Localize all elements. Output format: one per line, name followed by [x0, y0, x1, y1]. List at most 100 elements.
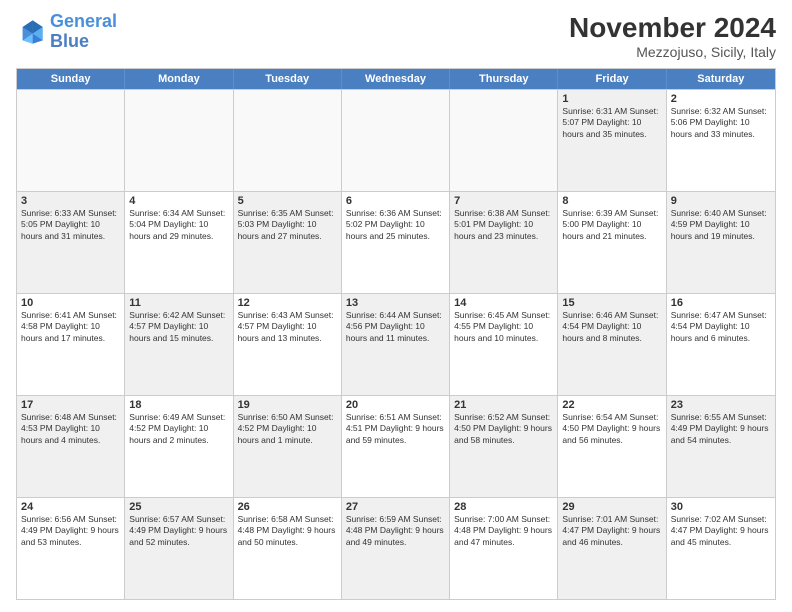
calendar-cell-29: 29Sunrise: 7:01 AM Sunset: 4:47 PM Dayli… [558, 498, 666, 599]
calendar-body: 1Sunrise: 6:31 AM Sunset: 5:07 PM Daylig… [17, 89, 775, 599]
day-info: Sunrise: 6:41 AM Sunset: 4:58 PM Dayligh… [21, 310, 120, 344]
day-info: Sunrise: 6:44 AM Sunset: 4:56 PM Dayligh… [346, 310, 445, 344]
calendar-cell-26: 26Sunrise: 6:58 AM Sunset: 4:48 PM Dayli… [234, 498, 342, 599]
calendar-cell-13: 13Sunrise: 6:44 AM Sunset: 4:56 PM Dayli… [342, 294, 450, 395]
month-title: November 2024 [569, 12, 776, 44]
calendar-cell-4: 4Sunrise: 6:34 AM Sunset: 5:04 PM Daylig… [125, 192, 233, 293]
day-number: 28 [454, 501, 553, 513]
calendar-cell-empty-2 [234, 90, 342, 191]
day-number: 11 [129, 297, 228, 309]
calendar-cell-9: 9Sunrise: 6:40 AM Sunset: 4:59 PM Daylig… [667, 192, 775, 293]
calendar-cell-6: 6Sunrise: 6:36 AM Sunset: 5:02 PM Daylig… [342, 192, 450, 293]
day-info: Sunrise: 6:59 AM Sunset: 4:48 PM Dayligh… [346, 514, 445, 548]
header-day-sunday: Sunday [17, 69, 125, 89]
calendar-row-3: 17Sunrise: 6:48 AM Sunset: 4:53 PM Dayli… [17, 395, 775, 497]
day-number: 4 [129, 195, 228, 207]
calendar-cell-empty-0 [17, 90, 125, 191]
page: General Blue November 2024 Mezzojuso, Si… [0, 0, 792, 612]
calendar-row-1: 3Sunrise: 6:33 AM Sunset: 5:05 PM Daylig… [17, 191, 775, 293]
logo: General Blue [16, 12, 117, 52]
calendar-row-2: 10Sunrise: 6:41 AM Sunset: 4:58 PM Dayli… [17, 293, 775, 395]
day-info: Sunrise: 6:47 AM Sunset: 4:54 PM Dayligh… [671, 310, 771, 344]
day-info: Sunrise: 6:31 AM Sunset: 5:07 PM Dayligh… [562, 106, 661, 140]
day-info: Sunrise: 6:38 AM Sunset: 5:01 PM Dayligh… [454, 208, 553, 242]
day-info: Sunrise: 6:36 AM Sunset: 5:02 PM Dayligh… [346, 208, 445, 242]
calendar-cell-10: 10Sunrise: 6:41 AM Sunset: 4:58 PM Dayli… [17, 294, 125, 395]
calendar-cell-5: 5Sunrise: 6:35 AM Sunset: 5:03 PM Daylig… [234, 192, 342, 293]
calendar-cell-7: 7Sunrise: 6:38 AM Sunset: 5:01 PM Daylig… [450, 192, 558, 293]
day-number: 14 [454, 297, 553, 309]
location: Mezzojuso, Sicily, Italy [569, 44, 776, 60]
day-number: 23 [671, 399, 771, 411]
calendar-cell-21: 21Sunrise: 6:52 AM Sunset: 4:50 PM Dayli… [450, 396, 558, 497]
day-info: Sunrise: 6:33 AM Sunset: 5:05 PM Dayligh… [21, 208, 120, 242]
day-info: Sunrise: 6:52 AM Sunset: 4:50 PM Dayligh… [454, 412, 553, 446]
header-day-saturday: Saturday [667, 69, 775, 89]
calendar-cell-27: 27Sunrise: 6:59 AM Sunset: 4:48 PM Dayli… [342, 498, 450, 599]
calendar-cell-22: 22Sunrise: 6:54 AM Sunset: 4:50 PM Dayli… [558, 396, 666, 497]
day-info: Sunrise: 6:32 AM Sunset: 5:06 PM Dayligh… [671, 106, 771, 140]
day-info: Sunrise: 6:39 AM Sunset: 5:00 PM Dayligh… [562, 208, 661, 242]
day-number: 13 [346, 297, 445, 309]
day-number: 29 [562, 501, 661, 513]
header-day-monday: Monday [125, 69, 233, 89]
calendar-cell-15: 15Sunrise: 6:46 AM Sunset: 4:54 PM Dayli… [558, 294, 666, 395]
day-number: 25 [129, 501, 228, 513]
logo-line2: Blue [50, 31, 89, 51]
calendar-cell-19: 19Sunrise: 6:50 AM Sunset: 4:52 PM Dayli… [234, 396, 342, 497]
day-info: Sunrise: 7:01 AM Sunset: 4:47 PM Dayligh… [562, 514, 661, 548]
day-number: 1 [562, 93, 661, 105]
day-number: 6 [346, 195, 445, 207]
day-number: 7 [454, 195, 553, 207]
day-info: Sunrise: 7:00 AM Sunset: 4:48 PM Dayligh… [454, 514, 553, 548]
day-number: 8 [562, 195, 661, 207]
header-day-friday: Friday [558, 69, 666, 89]
calendar-cell-empty-4 [450, 90, 558, 191]
calendar-cell-28: 28Sunrise: 7:00 AM Sunset: 4:48 PM Dayli… [450, 498, 558, 599]
day-info: Sunrise: 6:34 AM Sunset: 5:04 PM Dayligh… [129, 208, 228, 242]
day-number: 19 [238, 399, 337, 411]
day-number: 21 [454, 399, 553, 411]
day-number: 24 [21, 501, 120, 513]
day-number: 10 [21, 297, 120, 309]
day-number: 9 [671, 195, 771, 207]
day-info: Sunrise: 6:56 AM Sunset: 4:49 PM Dayligh… [21, 514, 120, 548]
day-info: Sunrise: 6:57 AM Sunset: 4:49 PM Dayligh… [129, 514, 228, 548]
day-number: 26 [238, 501, 337, 513]
calendar-cell-2: 2Sunrise: 6:32 AM Sunset: 5:06 PM Daylig… [667, 90, 775, 191]
logo-icon [16, 17, 46, 47]
calendar-cell-11: 11Sunrise: 6:42 AM Sunset: 4:57 PM Dayli… [125, 294, 233, 395]
calendar-cell-25: 25Sunrise: 6:57 AM Sunset: 4:49 PM Dayli… [125, 498, 233, 599]
day-number: 5 [238, 195, 337, 207]
calendar-header: SundayMondayTuesdayWednesdayThursdayFrid… [17, 69, 775, 89]
calendar-cell-23: 23Sunrise: 6:55 AM Sunset: 4:49 PM Dayli… [667, 396, 775, 497]
calendar-cell-1: 1Sunrise: 6:31 AM Sunset: 5:07 PM Daylig… [558, 90, 666, 191]
day-info: Sunrise: 6:45 AM Sunset: 4:55 PM Dayligh… [454, 310, 553, 344]
calendar-cell-16: 16Sunrise: 6:47 AM Sunset: 4:54 PM Dayli… [667, 294, 775, 395]
day-number: 2 [671, 93, 771, 105]
day-info: Sunrise: 6:48 AM Sunset: 4:53 PM Dayligh… [21, 412, 120, 446]
calendar-row-0: 1Sunrise: 6:31 AM Sunset: 5:07 PM Daylig… [17, 89, 775, 191]
day-number: 16 [671, 297, 771, 309]
day-number: 3 [21, 195, 120, 207]
day-info: Sunrise: 6:42 AM Sunset: 4:57 PM Dayligh… [129, 310, 228, 344]
calendar-cell-30: 30Sunrise: 7:02 AM Sunset: 4:47 PM Dayli… [667, 498, 775, 599]
day-number: 20 [346, 399, 445, 411]
day-number: 30 [671, 501, 771, 513]
day-number: 12 [238, 297, 337, 309]
calendar-cell-17: 17Sunrise: 6:48 AM Sunset: 4:53 PM Dayli… [17, 396, 125, 497]
calendar-cell-20: 20Sunrise: 6:51 AM Sunset: 4:51 PM Dayli… [342, 396, 450, 497]
calendar-row-4: 24Sunrise: 6:56 AM Sunset: 4:49 PM Dayli… [17, 497, 775, 599]
calendar-cell-24: 24Sunrise: 6:56 AM Sunset: 4:49 PM Dayli… [17, 498, 125, 599]
day-number: 17 [21, 399, 120, 411]
calendar-cell-8: 8Sunrise: 6:39 AM Sunset: 5:00 PM Daylig… [558, 192, 666, 293]
day-info: Sunrise: 6:49 AM Sunset: 4:52 PM Dayligh… [129, 412, 228, 446]
calendar-cell-empty-3 [342, 90, 450, 191]
day-info: Sunrise: 6:58 AM Sunset: 4:48 PM Dayligh… [238, 514, 337, 548]
calendar: SundayMondayTuesdayWednesdayThursdayFrid… [16, 68, 776, 600]
calendar-cell-14: 14Sunrise: 6:45 AM Sunset: 4:55 PM Dayli… [450, 294, 558, 395]
header: General Blue November 2024 Mezzojuso, Si… [16, 12, 776, 60]
day-info: Sunrise: 7:02 AM Sunset: 4:47 PM Dayligh… [671, 514, 771, 548]
day-info: Sunrise: 6:35 AM Sunset: 5:03 PM Dayligh… [238, 208, 337, 242]
day-number: 18 [129, 399, 228, 411]
